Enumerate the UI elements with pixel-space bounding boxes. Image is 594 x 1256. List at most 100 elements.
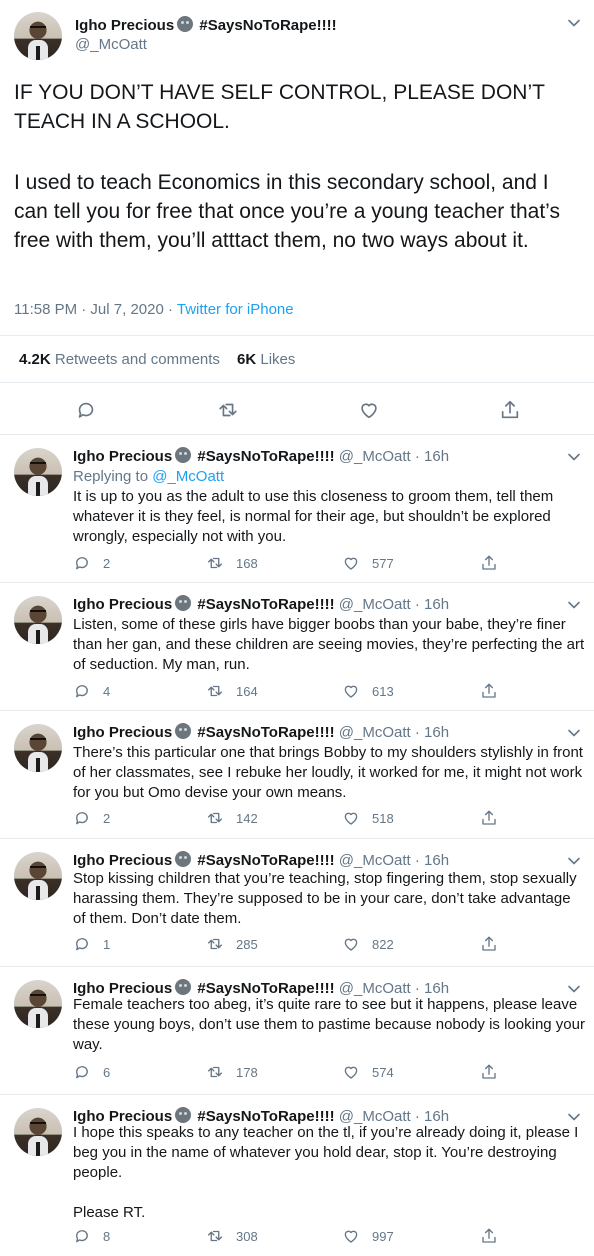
retweets-stat[interactable]: 4.2K Retweets and comments bbox=[19, 351, 220, 368]
emoji-icon bbox=[175, 595, 192, 611]
reply-tweet[interactable]: Igho Precious #SaysNoToRape!!!! @_McOatt… bbox=[0, 840, 594, 967]
share-icon[interactable] bbox=[480, 935, 498, 953]
retweet-icon[interactable] bbox=[206, 554, 224, 572]
share-icon[interactable] bbox=[480, 1063, 498, 1081]
reply-paragraph: It is up to you as the adult to use this… bbox=[73, 488, 554, 545]
likes-stat[interactable]: 6K Likes bbox=[237, 351, 295, 368]
reply-count: 2 bbox=[103, 556, 111, 571]
chevron-down-icon[interactable] bbox=[567, 726, 581, 740]
reply-icon[interactable] bbox=[73, 682, 91, 700]
like-icon[interactable] bbox=[342, 809, 360, 827]
share-icon[interactable] bbox=[480, 809, 498, 827]
chevron-down-icon[interactable] bbox=[567, 854, 581, 868]
reply-text: Stop kissing children that you’re teachi… bbox=[73, 869, 587, 929]
retweet-count: 285 bbox=[236, 937, 258, 952]
retweet-count: 308 bbox=[236, 1229, 258, 1244]
avatar[interactable] bbox=[14, 980, 62, 1028]
reply-tweet[interactable]: Igho Precious #SaysNoToRape!!!! @_McOatt… bbox=[0, 1096, 594, 1256]
main-tweet: Igho Precious #SaysNoToRape!!!! @_McOatt… bbox=[0, 0, 594, 435]
author-handle[interactable]: @_McOatt bbox=[75, 36, 147, 53]
avatar[interactable] bbox=[14, 448, 62, 496]
share-icon[interactable] bbox=[499, 399, 521, 421]
reply-text: Listen, some of these girls have bigger … bbox=[73, 615, 587, 675]
author-name[interactable]: Igho Precious bbox=[73, 596, 172, 613]
author-tag: #SaysNoToRape!!!! bbox=[197, 596, 335, 613]
timestamp[interactable]: 11:58 PM · Jul 7, 2020 · bbox=[14, 301, 177, 318]
author-tag: #SaysNoToRape!!!! bbox=[199, 17, 337, 34]
share-action[interactable] bbox=[480, 554, 498, 572]
reply-icon[interactable] bbox=[73, 1063, 91, 1081]
avatar[interactable] bbox=[14, 12, 62, 60]
like-count: 577 bbox=[372, 556, 394, 571]
share-action[interactable] bbox=[480, 935, 498, 953]
chevron-down-icon[interactable] bbox=[567, 598, 581, 612]
reply-icon[interactable] bbox=[73, 935, 91, 953]
reply-icon[interactable] bbox=[73, 1227, 91, 1245]
share-icon[interactable] bbox=[480, 554, 498, 572]
like-count: 997 bbox=[372, 1229, 394, 1244]
reply-tweet[interactable]: Igho Precious #SaysNoToRape!!!! @_McOatt… bbox=[0, 584, 594, 711]
retweet-count: 164 bbox=[236, 684, 258, 699]
avatar[interactable] bbox=[14, 596, 62, 644]
avatar[interactable] bbox=[14, 1108, 62, 1156]
like-icon[interactable] bbox=[342, 935, 360, 953]
handle-time[interactable]: @_McOatt · 16h bbox=[335, 724, 449, 741]
author-name[interactable]: Igho Precious bbox=[73, 448, 172, 465]
tweet-text-paragraph-1: IF YOU DON’T HAVE SELF CONTROL, PLEASE D… bbox=[14, 81, 545, 133]
retweet-icon[interactable] bbox=[206, 935, 224, 953]
reply-tweet[interactable]: Igho Precious #SaysNoToRape!!!! @_McOatt… bbox=[0, 712, 594, 839]
author-name-text[interactable]: Igho Precious bbox=[75, 17, 174, 34]
author-name[interactable]: Igho Precious bbox=[73, 724, 172, 741]
author-tag: #SaysNoToRape!!!! bbox=[197, 448, 335, 465]
reply-tweet[interactable]: Igho Precious #SaysNoToRape!!!! @_McOatt… bbox=[0, 436, 594, 583]
chevron-down-icon[interactable] bbox=[567, 1110, 581, 1124]
like-count: 822 bbox=[372, 937, 394, 952]
reply-icon[interactable] bbox=[73, 809, 91, 827]
replying-to-handle[interactable]: @_McOatt bbox=[152, 468, 224, 485]
likes-label: Likes bbox=[256, 351, 296, 368]
like-icon[interactable] bbox=[342, 1227, 360, 1245]
retweet-icon[interactable] bbox=[206, 1063, 224, 1081]
author-name[interactable]: Igho Precious #SaysNoToRape!!!! bbox=[75, 16, 337, 34]
reply-tweet[interactable]: Igho Precious #SaysNoToRape!!!! @_McOatt… bbox=[0, 968, 594, 1095]
retweet-icon[interactable] bbox=[206, 682, 224, 700]
reply-icon[interactable] bbox=[73, 554, 91, 572]
reply-header: Igho Precious #SaysNoToRape!!!! @_McOatt… bbox=[73, 447, 449, 465]
like-icon[interactable] bbox=[358, 399, 380, 421]
handle-time[interactable]: @_McOatt · 16h bbox=[335, 448, 449, 465]
share-action[interactable] bbox=[480, 809, 498, 827]
author-name[interactable]: Igho Precious bbox=[73, 852, 172, 869]
retweets-label: Retweets and comments bbox=[50, 351, 220, 368]
share-action[interactable] bbox=[480, 1063, 498, 1081]
source-link[interactable]: Twitter for iPhone bbox=[177, 301, 294, 318]
retweet-icon[interactable] bbox=[217, 399, 239, 421]
like-count: 574 bbox=[372, 1065, 394, 1080]
reply-text: Female teachers too abeg, it’s quite rar… bbox=[73, 995, 587, 1055]
share-action[interactable] bbox=[480, 1227, 498, 1245]
handle-time[interactable]: @_McOatt · 16h bbox=[335, 596, 449, 613]
avatar[interactable] bbox=[14, 724, 62, 772]
chevron-down-icon[interactable] bbox=[567, 16, 581, 30]
tweet-meta: 11:58 PM · Jul 7, 2020 · Twitter for iPh… bbox=[14, 301, 294, 318]
like-icon[interactable] bbox=[342, 682, 360, 700]
like-count: 518 bbox=[372, 811, 394, 826]
share-icon[interactable] bbox=[480, 682, 498, 700]
chevron-down-icon[interactable] bbox=[567, 982, 581, 996]
reply-count: 1 bbox=[103, 937, 111, 952]
like-icon[interactable] bbox=[342, 554, 360, 572]
reply-paragraph: There’s this particular one that brings … bbox=[73, 744, 583, 801]
share-icon[interactable] bbox=[480, 1227, 498, 1245]
reply-paragraph: Female teachers too abeg, it’s quite rar… bbox=[73, 996, 585, 1053]
avatar[interactable] bbox=[14, 852, 62, 900]
retweet-count: 178 bbox=[236, 1065, 258, 1080]
reply-icon[interactable] bbox=[75, 399, 97, 421]
like-icon[interactable] bbox=[342, 1063, 360, 1081]
emoji-icon bbox=[175, 851, 192, 867]
retweet-count: 142 bbox=[236, 811, 258, 826]
share-action[interactable] bbox=[480, 682, 498, 700]
retweet-icon[interactable] bbox=[206, 1227, 224, 1245]
handle-time[interactable]: @_McOatt · 16h bbox=[335, 852, 449, 869]
emoji-icon bbox=[175, 1107, 192, 1123]
chevron-down-icon[interactable] bbox=[567, 450, 581, 464]
retweet-icon[interactable] bbox=[206, 809, 224, 827]
